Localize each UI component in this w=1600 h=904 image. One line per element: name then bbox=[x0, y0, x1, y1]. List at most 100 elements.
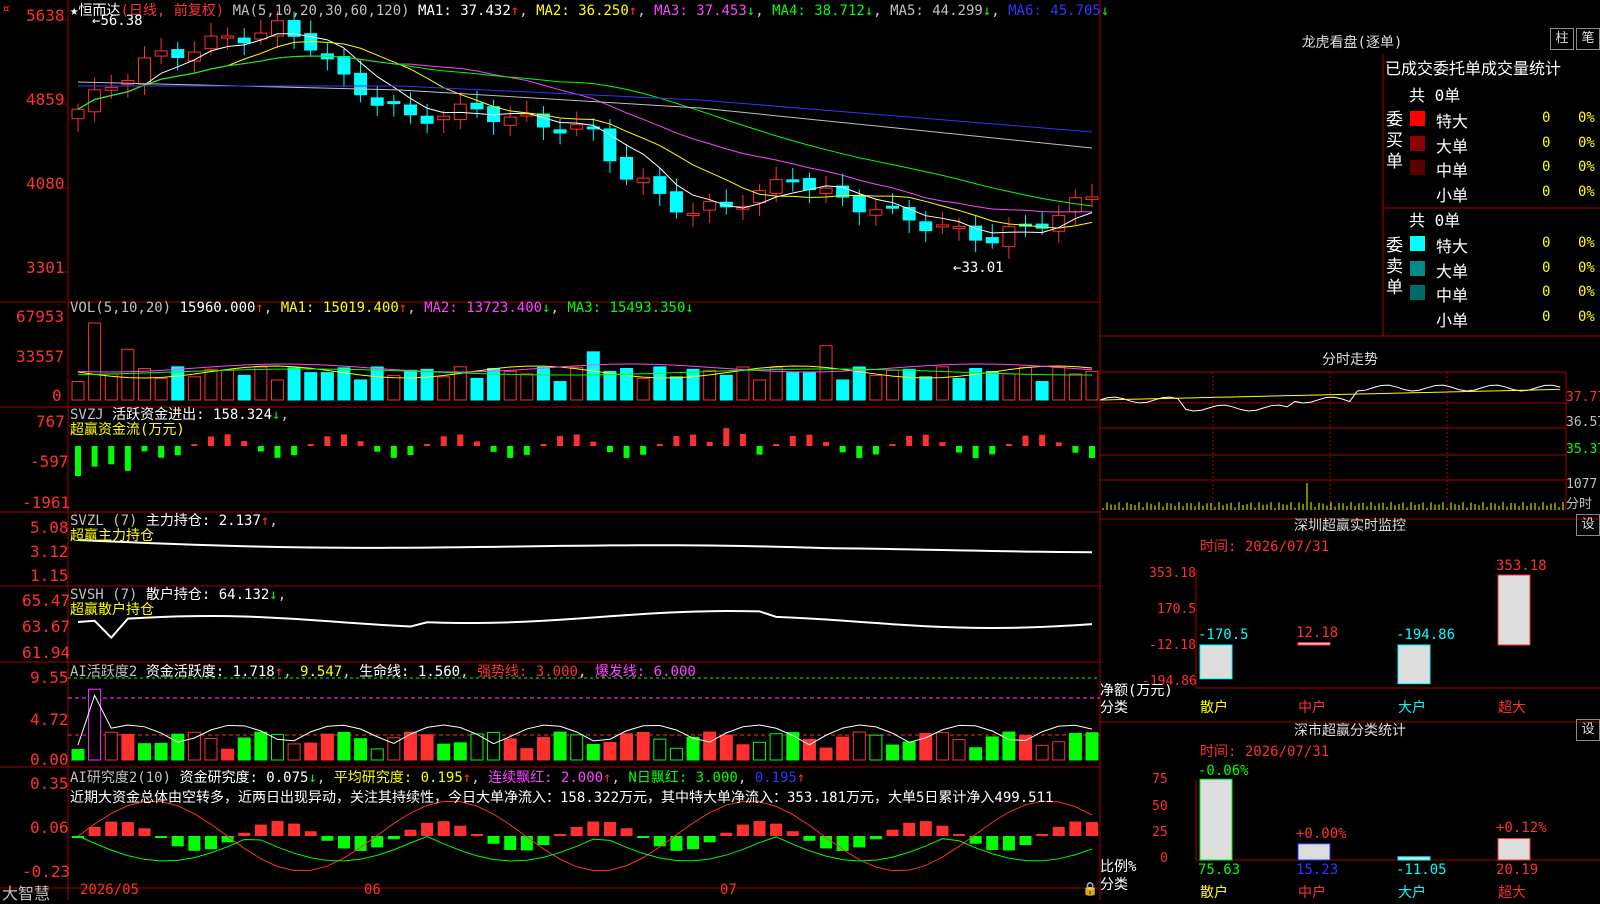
flow-bar bbox=[1039, 434, 1046, 446]
research-bar bbox=[1036, 834, 1049, 836]
research-bar bbox=[138, 828, 151, 836]
ai1-v1-arrow: ↑ bbox=[274, 664, 284, 680]
buy-row-v: 0 bbox=[1542, 183, 1551, 200]
volume-bar bbox=[104, 373, 118, 401]
corner-icon[interactable]: ¤ bbox=[2, 2, 10, 17]
svzj-sub: 超赢资金流(万元) bbox=[70, 422, 185, 438]
research-bar bbox=[653, 836, 666, 847]
buy-row-p: 0% bbox=[1578, 110, 1595, 126]
activity-bar bbox=[1019, 734, 1033, 761]
flow-bar bbox=[457, 434, 464, 446]
activity-bar bbox=[536, 737, 550, 761]
buy-row-p: 0% bbox=[1578, 134, 1595, 151]
volume-bar bbox=[536, 366, 550, 401]
research-bar bbox=[953, 834, 966, 836]
flow-bar bbox=[390, 446, 397, 458]
szs-cat-label: 中户 bbox=[1298, 885, 1326, 901]
szs-yaxis-0: 75 bbox=[1152, 772, 1168, 787]
yaxis-ai1-0: 9.55 bbox=[30, 668, 69, 687]
tick-mode-button[interactable]: 笔 bbox=[1576, 28, 1600, 50]
flow-bar bbox=[540, 444, 547, 446]
flow-bar bbox=[158, 446, 165, 458]
activity-bar bbox=[985, 736, 999, 761]
sz-monitor-settings-button[interactable]: 设 bbox=[1576, 514, 1600, 536]
sell-row-name: 中单 bbox=[1436, 286, 1469, 305]
flow-bar bbox=[623, 446, 630, 458]
activity-bar bbox=[320, 733, 334, 761]
vol-value: 15960.000 bbox=[179, 300, 256, 316]
ma1-arrow: ↑ bbox=[510, 3, 520, 19]
high-marker: ←56.38 bbox=[92, 13, 143, 29]
szm-bar bbox=[1397, 644, 1431, 685]
yaxis-vol-2: 0 bbox=[52, 386, 62, 405]
szs-yaxis-2: 25 bbox=[1152, 825, 1168, 840]
ma1-value: MA1: 37.432 bbox=[418, 3, 511, 19]
activity-bar bbox=[586, 743, 600, 761]
candle bbox=[802, 178, 816, 191]
vol-label: VOL(5,10,20) bbox=[70, 300, 172, 316]
research-bar bbox=[371, 836, 384, 848]
ma3-value: MA3: 37.453 bbox=[654, 3, 747, 19]
research-bar bbox=[204, 836, 217, 850]
research-bar bbox=[803, 836, 816, 841]
candle bbox=[703, 201, 717, 211]
research-bar bbox=[919, 821, 932, 836]
flow-bar bbox=[407, 446, 414, 456]
research-bar bbox=[587, 821, 600, 836]
research-bar bbox=[354, 836, 367, 851]
yaxis-ai2-0: 0.35 bbox=[30, 774, 69, 793]
ai1-header: AI活跃度2 资金活跃度: 1.718↑, 9.547, 生命线: 1.560,… bbox=[70, 664, 696, 680]
research-bar bbox=[437, 821, 450, 836]
flow-bar bbox=[241, 441, 248, 446]
ai1-v5: 爆发线: 6.000 bbox=[594, 664, 696, 680]
yaxis-svzl-1: 3.12 bbox=[30, 542, 69, 561]
volume-bar bbox=[570, 366, 584, 401]
buy-label: 委买单 bbox=[1386, 110, 1403, 172]
flow-bar bbox=[523, 446, 530, 455]
volume-bar bbox=[420, 368, 434, 401]
activity-bar bbox=[287, 743, 301, 761]
fenshi-yaxis-0: 37.77 bbox=[1566, 390, 1600, 405]
ai2-v5-arrow: ↑ bbox=[796, 770, 806, 786]
szs-bar bbox=[1297, 843, 1331, 861]
ai1-v3: 生命线: 1.560 bbox=[359, 664, 461, 680]
candle bbox=[204, 35, 218, 50]
lock-icon[interactable]: 🔒 bbox=[1082, 882, 1098, 897]
research-bar bbox=[105, 821, 118, 836]
main-header: ★恒而达(日线, 前复权) MA(5,10,20,30,60,120) MA1:… bbox=[70, 3, 1110, 19]
activity-bar bbox=[553, 731, 567, 761]
activity-bar bbox=[869, 734, 883, 761]
szm-bar bbox=[1199, 644, 1233, 680]
activity-bar bbox=[836, 736, 850, 761]
brand-label[interactable]: 大智慧 bbox=[2, 880, 50, 904]
chart-canvas bbox=[0, 0, 1600, 900]
sell-row-name: 大单 bbox=[1436, 261, 1469, 281]
volume-bar bbox=[254, 366, 268, 401]
flow-bar bbox=[1072, 446, 1079, 453]
sz-stats-settings-button[interactable]: 设 bbox=[1576, 719, 1600, 741]
activity-bar bbox=[1002, 731, 1016, 761]
activity-bar bbox=[1085, 732, 1099, 761]
research-bar bbox=[786, 831, 799, 836]
flow-bar bbox=[473, 441, 480, 446]
activity-bar bbox=[819, 747, 833, 761]
research-bar bbox=[520, 836, 533, 851]
activity-bar bbox=[669, 747, 683, 761]
flow-bar bbox=[673, 436, 680, 446]
candle bbox=[919, 221, 933, 232]
yaxis-ai2-2: -0.23 bbox=[22, 862, 71, 881]
ma6-arrow: ↓ bbox=[1100, 3, 1110, 19]
research-bar bbox=[454, 825, 467, 836]
fenshi-yaxis-1: 36.57 bbox=[1566, 415, 1600, 430]
szs-change-label: +0.12% bbox=[1496, 820, 1547, 836]
activity-bar bbox=[1035, 744, 1049, 761]
flow-bar bbox=[972, 446, 979, 458]
volume-bar bbox=[952, 377, 966, 401]
bar-mode-button[interactable]: 柱 bbox=[1550, 28, 1574, 50]
research-bar bbox=[687, 836, 700, 850]
candle bbox=[786, 179, 800, 183]
sz-monitor-title: 深圳超赢实时监控 bbox=[1294, 518, 1406, 534]
candle bbox=[337, 56, 351, 75]
yaxis-svzj-2: -1961 bbox=[22, 493, 71, 512]
volume-bar bbox=[270, 379, 284, 401]
